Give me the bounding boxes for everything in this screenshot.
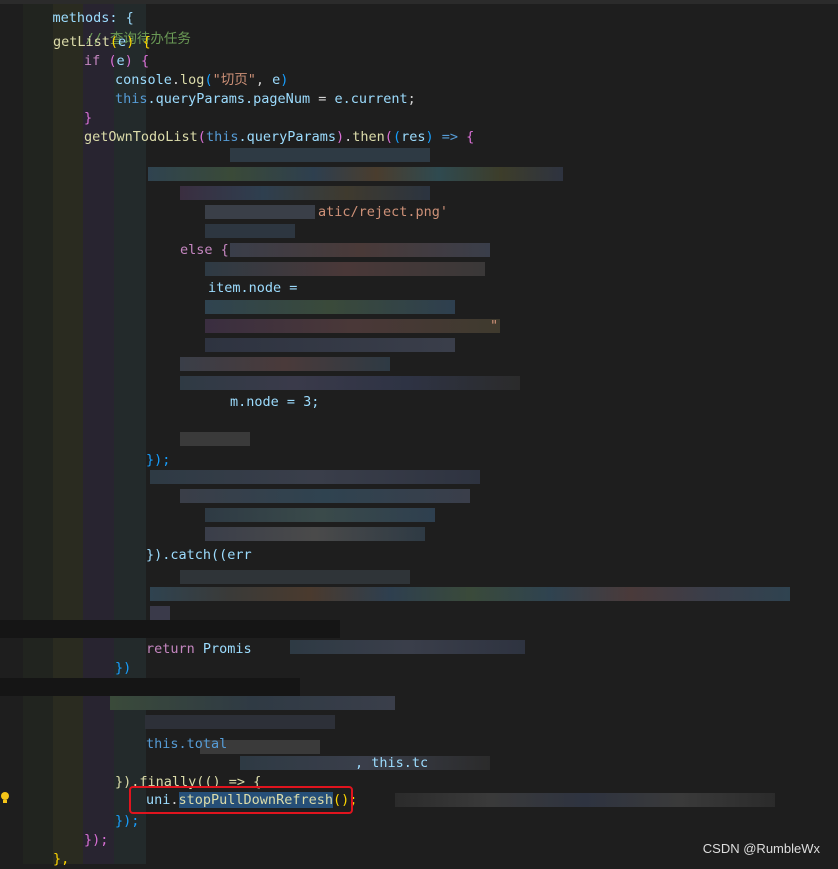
code-line-get-own-todo: getOwnTodoList(this.queryParams).then((r… [84,129,475,145]
code-fragment-node3: m.node = 3; [230,394,320,410]
code-fragment-quote: " [490,318,499,334]
code-line-console-log: console.log("切页", e) [115,72,289,88]
lightbulb-icon[interactable] [0,791,10,805]
obscuring-band-2 [0,678,300,696]
code-line-if: if (e) { [84,53,150,69]
code-line-getlist: getList(e) { [53,34,151,50]
indent-guide-1 [23,0,53,864]
code-fragment-tc: , this.tc [355,755,429,771]
code-editor[interactable]: methods: { // 查询待办任务 getList(e) { if (e)… [0,0,838,867]
code-fragment-close: }); [146,452,171,468]
code-line-methods: methods: { [52,10,134,26]
code-line-if-close: } [84,110,93,126]
code-fragment-catch: }).catch((err [146,547,252,563]
code-line-close-finally: }); [115,813,140,829]
code-fragment-reject: atic/reject.png' [318,204,449,220]
code-line-comment: // 查询待办任务 [85,31,191,47]
code-fragment-else: else { [180,242,229,258]
highlight-annotation-box [129,786,353,814]
code-line-close-then: }); [84,832,109,848]
code-line-pagenum: this.queryParams.pageNum = e.current; [115,91,416,107]
code-line-close-getlist: }, [53,851,70,867]
code-fragment-node: item.node = [208,280,298,296]
code-fragment-brace: }) [115,660,132,676]
indent-guide-2 [53,0,83,864]
obscuring-band-1 [0,620,340,638]
csdn-watermark: CSDN @RumbleWx [702,841,820,856]
code-fragment-this-total: this.total [146,736,228,752]
code-fragment-return: return Promis [146,641,252,657]
